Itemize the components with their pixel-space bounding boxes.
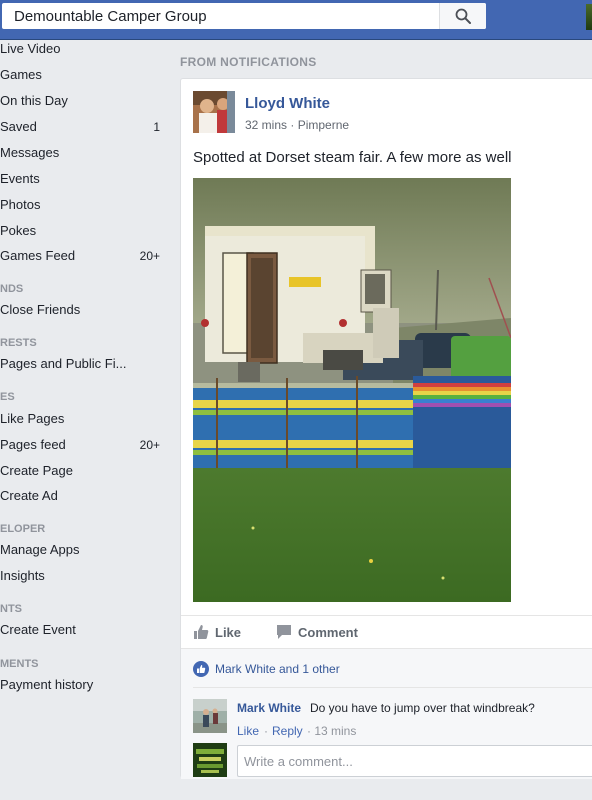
search-button[interactable]	[439, 3, 486, 29]
left-sidebar: Live Video Games On this Day Saved 1 Mess…	[0, 40, 172, 800]
current-user-avatar	[193, 743, 227, 777]
sidebar-item-label: Messages	[0, 145, 60, 160]
post-author-name[interactable]: Lloyd White	[245, 95, 330, 112]
profile-thumbnail[interactable]	[586, 4, 592, 30]
post-photo[interactable]	[193, 178, 511, 602]
sidebar-item-close-friends[interactable]: Close Friends	[0, 298, 170, 322]
search-icon	[455, 8, 471, 24]
sidebar-heading-interests: RESTS	[0, 337, 37, 349]
sidebar-item-pages-and-public-figures[interactable]: Pages and Public Fi...	[0, 352, 170, 376]
comment-input[interactable]	[238, 746, 592, 776]
sidebar-item-count: 20+	[139, 249, 160, 263]
sidebar-item-photos[interactable]: Photos	[0, 193, 170, 217]
comment-like-link[interactable]: Like	[237, 724, 259, 738]
sidebar-heading-developer: ELOPER	[0, 523, 46, 535]
sidebar-item-pokes[interactable]: Pokes	[0, 219, 170, 243]
sidebar-item-create-page[interactable]: Create Page	[0, 459, 170, 483]
comment-separator: ·	[264, 724, 268, 738]
post-text: Spotted at Dorset steam fair. A few more…	[193, 149, 512, 166]
top-bar	[0, 0, 592, 40]
section-label: FROM NOTIFICATIONS	[180, 55, 317, 69]
search-box	[2, 3, 486, 29]
search-input[interactable]	[2, 3, 438, 29]
like-label: Like	[215, 625, 242, 640]
sidebar-item-events[interactable]: Events	[0, 167, 170, 191]
comment-button[interactable]: Comment	[276, 624, 376, 642]
likes-summary-text: Mark White and 1 other	[215, 662, 340, 676]
comment-text: Do you have to jump over that windbreak?	[310, 701, 535, 715]
sidebar-heading-events: NTS	[0, 603, 22, 615]
sidebar-item-on-this-day[interactable]: On this Day	[0, 89, 170, 113]
sidebar-heading-friends: NDS	[0, 283, 24, 295]
post-card: Lloyd White 32 mins · Pimperne Spotted a…	[180, 78, 592, 779]
sidebar-item-games-feed[interactable]: Games Feed 20+	[0, 244, 170, 268]
sidebar-item-label: Live Video	[0, 41, 61, 56]
commenter-name[interactable]: Mark White	[237, 701, 301, 715]
post-meta: 32 mins · Pimperne	[245, 118, 349, 132]
thumbs-up-icon	[194, 625, 209, 639]
post-time[interactable]: 32 mins	[245, 118, 287, 132]
post-location[interactable]: Pimperne	[298, 118, 349, 132]
sidebar-item-label: Create Event	[0, 622, 76, 637]
comment-compose-box	[237, 745, 592, 777]
comments-section: Mark White and 1 other Mark White Do you…	[181, 649, 592, 779]
sidebar-item-manage-apps[interactable]: Manage Apps	[0, 538, 170, 562]
comment-time[interactable]: · 13 mins	[307, 724, 356, 738]
sidebar-heading-payments: MENTS	[0, 658, 39, 670]
author-avatar[interactable]	[193, 91, 235, 133]
sidebar-item-count: 1	[153, 120, 160, 134]
sidebar-item-label: Create Page	[0, 463, 73, 478]
sidebar-item-live-video[interactable]: Live Video	[0, 37, 170, 61]
sidebar-item-label: Games Feed	[0, 248, 76, 263]
sidebar-item-label: Insights	[0, 568, 45, 583]
sidebar-item-label: Create Ad	[0, 488, 58, 503]
like-button[interactable]: Like	[193, 624, 253, 642]
post-actions-bar: Like Comment	[181, 615, 592, 649]
sidebar-item-label: Manage Apps	[0, 542, 80, 557]
sidebar-item-insights[interactable]: Insights	[0, 564, 170, 588]
sidebar-item-like-pages[interactable]: Like Pages	[0, 407, 170, 431]
sidebar-item-pages-feed[interactable]: Pages feed 20+	[0, 433, 170, 457]
sidebar-item-create-event[interactable]: Create Event	[0, 618, 170, 642]
sidebar-item-label: Payment history	[0, 677, 94, 692]
sidebar-item-label: On this Day	[0, 93, 68, 108]
sidebar-item-games[interactable]: Games	[0, 63, 170, 87]
sidebar-item-label: Pokes	[0, 223, 37, 238]
sidebar-item-label: Pages feed	[0, 437, 66, 452]
sidebar-item-payment-history[interactable]: Payment history	[0, 673, 170, 697]
sidebar-item-label: Events	[0, 171, 40, 186]
comment-icon	[277, 625, 291, 639]
sidebar-item-count: 20+	[139, 438, 160, 452]
sidebar-heading-pages: ES	[0, 391, 15, 403]
sidebar-item-label: Pages and Public Fi...	[0, 356, 127, 371]
like-reaction-icon	[193, 661, 209, 677]
sidebar-item-saved[interactable]: Saved 1	[0, 115, 170, 139]
commenter-avatar[interactable]	[193, 699, 227, 733]
sidebar-item-label: Saved	[0, 119, 37, 134]
sidebar-item-label: Games	[0, 67, 42, 82]
comment-reply-link[interactable]: Reply	[272, 724, 303, 738]
sidebar-item-label: Like Pages	[0, 411, 65, 426]
meta-separator: ·	[290, 118, 295, 132]
sidebar-item-create-ad[interactable]: Create Ad	[0, 484, 170, 508]
sidebar-item-label: Close Friends	[0, 302, 81, 317]
divider	[193, 687, 592, 688]
sidebar-item-messages[interactable]: Messages	[0, 141, 170, 165]
comment-label: Comment	[298, 625, 358, 640]
sidebar-item-label: Photos	[0, 197, 41, 212]
